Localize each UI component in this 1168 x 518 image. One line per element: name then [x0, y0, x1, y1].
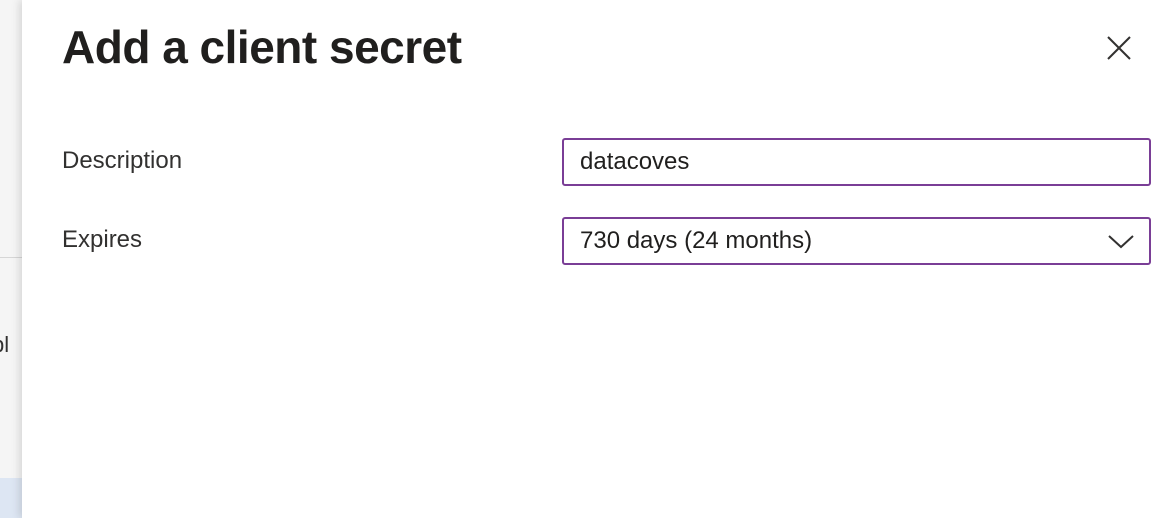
background-partial-text: bl [0, 332, 10, 357]
description-input[interactable]: datacoves [562, 138, 1151, 186]
description-label: Description [62, 147, 183, 174]
panel-title: Add a client secret [62, 21, 462, 73]
background-page: bl [0, 0, 22, 518]
expires-selected-value: 730 days (24 months) [580, 227, 813, 254]
background-selected-row [0, 478, 22, 518]
background-divider [0, 257, 22, 258]
expires-label: Expires [62, 226, 143, 253]
close-button[interactable] [1104, 33, 1134, 63]
add-client-secret-panel: Add a client secret Description datacove… [22, 0, 1168, 518]
chevron-down-icon [1108, 235, 1134, 249]
expires-dropdown[interactable]: 730 days (24 months) [562, 217, 1151, 265]
description-input-value: datacoves [580, 148, 690, 175]
close-icon [1107, 36, 1131, 60]
